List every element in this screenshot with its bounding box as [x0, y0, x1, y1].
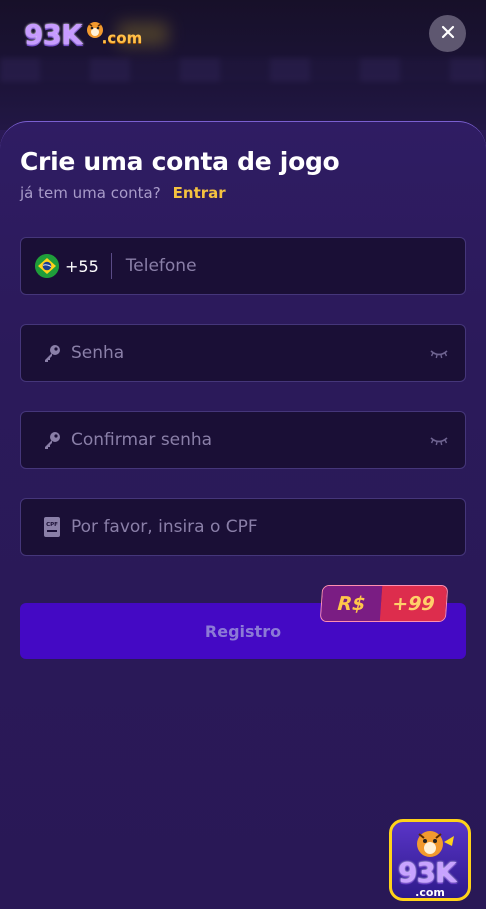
- login-prompt: já tem uma conta? Entrar: [20, 184, 226, 202]
- close-icon: [441, 24, 455, 43]
- field-divider: [110, 253, 112, 279]
- key-icon: [41, 429, 63, 451]
- login-prompt-text: já tem uma conta?: [20, 184, 161, 202]
- phone-placeholder: Telefone: [125, 256, 197, 276]
- password-placeholder: Senha: [71, 343, 125, 363]
- phone-field[interactable]: +55 Telefone: [20, 237, 466, 295]
- eye-closed-icon[interactable]: [429, 432, 449, 448]
- bonus-amount: +99: [379, 586, 448, 621]
- key-icon: [41, 342, 63, 364]
- page-title: Crie uma conta de jogo: [20, 147, 340, 176]
- confirm-password-field[interactable]: Confirmar senha: [20, 411, 466, 469]
- confirm-password-placeholder: Confirmar senha: [71, 430, 213, 450]
- brazil-flag-icon: [35, 254, 59, 278]
- eye-closed-icon[interactable]: [429, 345, 449, 361]
- blurred-background-strip: [0, 58, 486, 82]
- bonus-badge: R$ +99: [319, 585, 449, 622]
- country-code: +55: [65, 256, 99, 276]
- svg-text:CPF: CPF: [46, 522, 58, 528]
- cpf-card-icon: CPF: [41, 516, 63, 538]
- cpf-field[interactable]: CPF Por favor, insira o CPF: [20, 498, 466, 556]
- country-code-selector[interactable]: +55: [21, 254, 99, 278]
- close-button[interactable]: [429, 15, 466, 52]
- cpf-placeholder: Por favor, insira o CPF: [71, 517, 258, 537]
- register-sheet: Crie uma conta de jogo já tem uma conta?…: [0, 121, 486, 909]
- password-field[interactable]: Senha: [20, 324, 466, 382]
- logo-suffix: .com: [101, 29, 143, 47]
- logo-text: 93K: [24, 17, 83, 51]
- floating-app-brand: 93K: [398, 856, 457, 889]
- site-logo[interactable]: 93K .com: [24, 14, 142, 54]
- top-bar: 93K .com: [0, 0, 486, 130]
- bonus-currency: R$: [320, 586, 383, 621]
- login-link[interactable]: Entrar: [173, 184, 226, 202]
- floating-app-button[interactable]: 93K .com: [389, 819, 471, 901]
- floating-app-suffix: .com: [415, 886, 445, 899]
